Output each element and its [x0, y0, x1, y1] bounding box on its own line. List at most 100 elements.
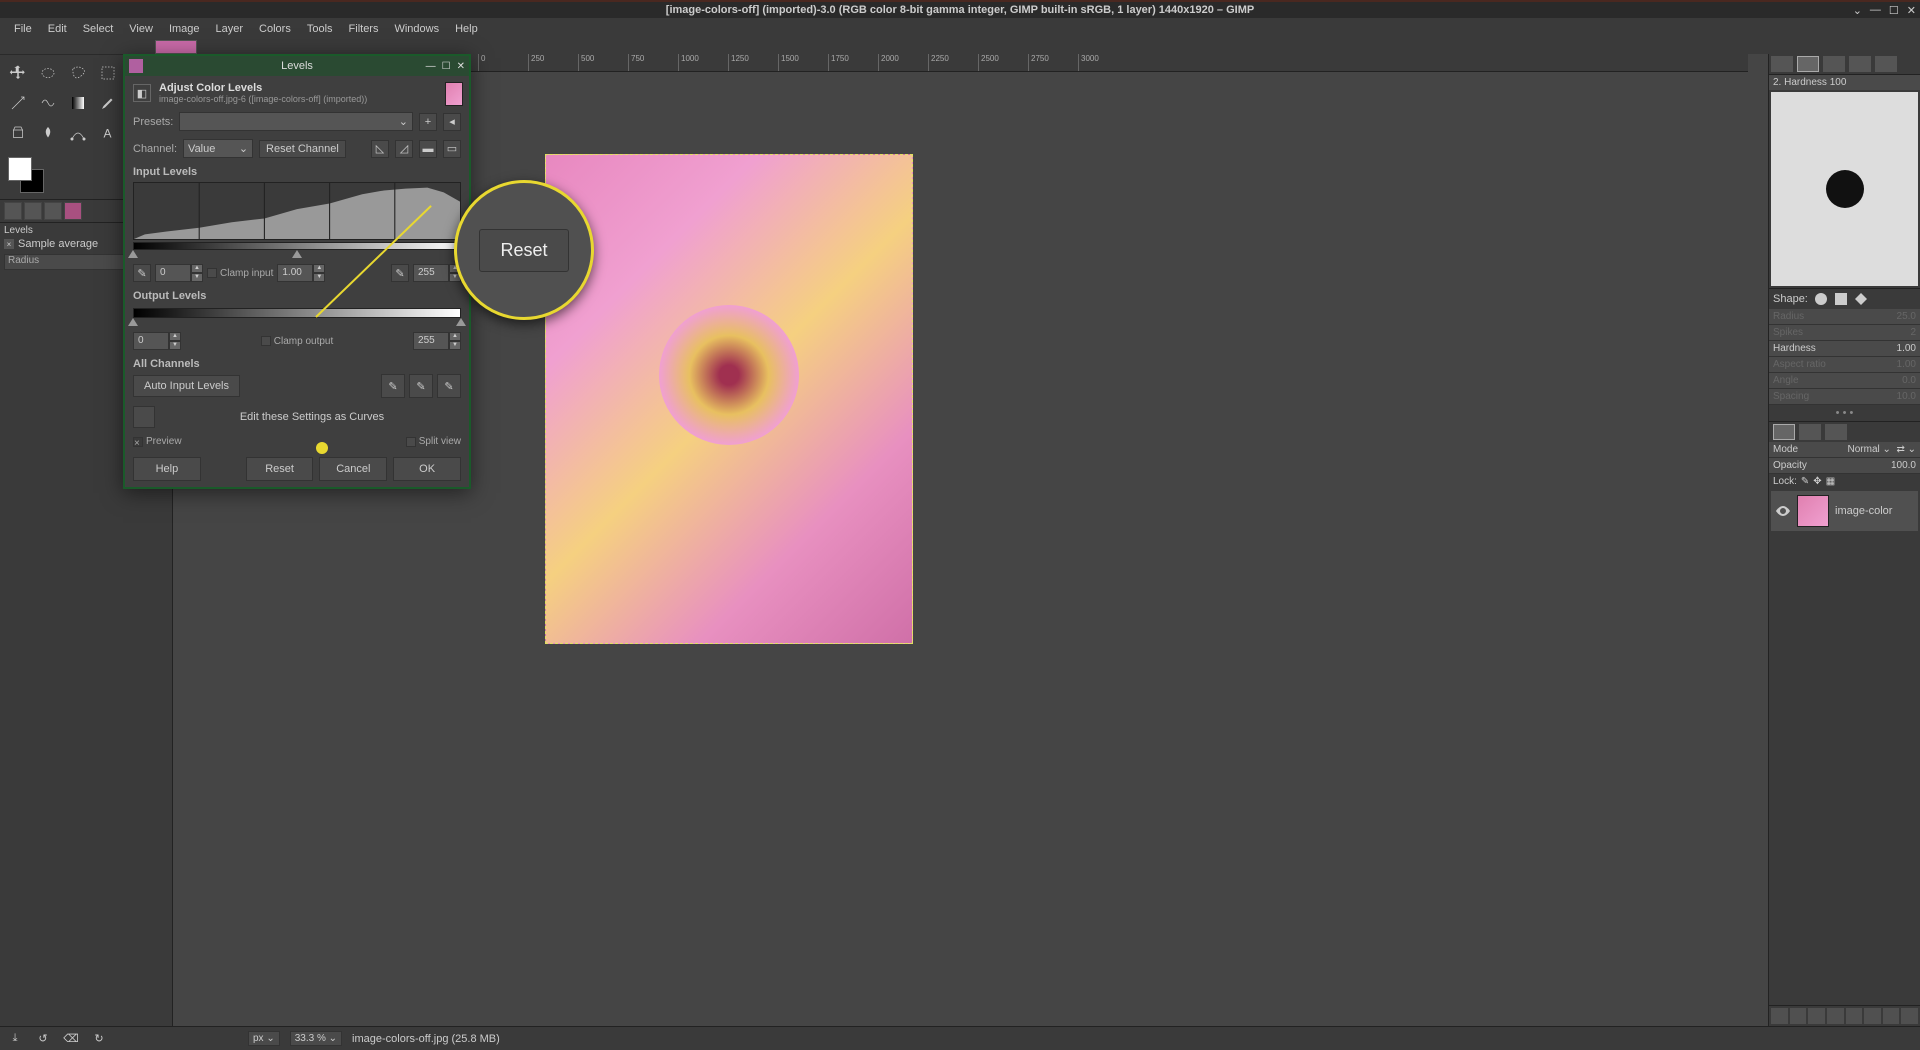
ellipse-select-tool[interactable] — [34, 59, 62, 87]
rotate-tool[interactable] — [4, 89, 32, 117]
layer-row[interactable]: image-color — [1771, 491, 1918, 531]
menu-select[interactable]: Select — [75, 20, 122, 38]
pick-gray-icon[interactable]: ✎ — [409, 374, 433, 398]
menu-file[interactable]: File — [6, 20, 40, 38]
clamp-input-checkbox[interactable] — [207, 268, 217, 278]
menu-help[interactable]: Help — [447, 20, 486, 38]
clamp-output-checkbox[interactable] — [261, 336, 271, 346]
move-tool[interactable] — [4, 59, 32, 87]
dialog-minimize-icon[interactable]: — — [426, 61, 436, 72]
dock-tab-4[interactable] — [64, 202, 82, 220]
clone-tool[interactable] — [4, 119, 32, 147]
mask-layer-icon[interactable] — [1883, 1008, 1900, 1024]
menu-layer[interactable]: Layer — [208, 20, 252, 38]
minimize-icon[interactable]: ⌄ — [1853, 4, 1862, 17]
linear-hist-icon[interactable]: ◺ — [371, 140, 389, 158]
visibility-icon[interactable] — [1775, 503, 1791, 519]
paintbrush-tool[interactable] — [94, 89, 122, 117]
output-markers[interactable] — [133, 318, 461, 328]
hist-view-icon[interactable]: ▬ — [419, 140, 437, 158]
dock-tab-1[interactable] — [4, 202, 22, 220]
opacity-value[interactable]: 100.0 — [1891, 460, 1916, 471]
white-eyedropper-icon[interactable]: ✎ — [391, 264, 409, 282]
unit-select[interactable]: px ⌄ — [248, 1031, 280, 1046]
close-btn[interactable]: ✕ — [1907, 4, 1916, 17]
layer-group-icon[interactable] — [1790, 1008, 1807, 1024]
input-markers[interactable] — [133, 250, 461, 260]
help-button[interactable]: Help — [133, 457, 201, 481]
layer-name[interactable]: image-color — [1835, 505, 1892, 517]
gradient-tool[interactable] — [64, 89, 92, 117]
add-preset-icon[interactable]: + — [419, 113, 437, 131]
status-redo-icon[interactable]: ↻ — [90, 1030, 108, 1048]
free-select-tool[interactable] — [64, 59, 92, 87]
shape-square-icon[interactable] — [1834, 292, 1848, 306]
dialog-close-icon[interactable]: ✕ — [457, 61, 465, 72]
curves-icon[interactable] — [133, 406, 155, 428]
dock-tab-3[interactable] — [44, 202, 62, 220]
rtab-fonts-icon[interactable] — [1823, 56, 1845, 72]
menu-tools[interactable]: Tools — [299, 20, 341, 38]
fg-color[interactable] — [8, 157, 32, 181]
pick-white-icon[interactable]: ✎ — [437, 374, 461, 398]
menu-view[interactable]: View — [121, 20, 161, 38]
reset-channel-button[interactable]: Reset Channel — [259, 140, 346, 158]
dialog-titlebar[interactable]: Levels — ☐ ✕ — [125, 56, 469, 76]
shape-circle-icon[interactable] — [1814, 292, 1828, 306]
hist-view2-icon[interactable]: ▭ — [443, 140, 461, 158]
lock-move-icon[interactable]: ✥ — [1813, 476, 1821, 487]
paths-tab-icon[interactable] — [1825, 424, 1847, 440]
status-save-icon[interactable]: ⤓ — [6, 1030, 24, 1048]
edit-as-curves-button[interactable]: Edit these Settings as Curves — [163, 411, 461, 423]
menu-filters[interactable]: Filters — [341, 20, 387, 38]
menu-colors[interactable]: Colors — [251, 20, 299, 38]
gamma-input[interactable]: 1.00 — [277, 264, 313, 282]
reset-button[interactable]: Reset — [246, 457, 314, 481]
input-gradient[interactable] — [133, 242, 461, 250]
output-gradient[interactable] — [133, 308, 461, 318]
split-view-checkbox[interactable] — [406, 437, 416, 447]
warp-tool[interactable] — [34, 89, 62, 117]
high-input[interactable]: 255 — [413, 264, 449, 282]
channel-combo[interactable]: Value⌄ — [183, 139, 253, 158]
cancel-button[interactable]: Cancel — [319, 457, 387, 481]
raise-layer-icon[interactable] — [1808, 1008, 1825, 1024]
lock-alpha-icon[interactable]: ▦ — [1826, 476, 1835, 487]
presets-combo[interactable]: ⌄ — [179, 112, 413, 131]
auto-input-levels-button[interactable]: Auto Input Levels — [133, 375, 240, 397]
status-delete-icon[interactable]: ⌫ — [62, 1030, 80, 1048]
smudge-tool[interactable] — [34, 119, 62, 147]
new-layer-icon[interactable] — [1771, 1008, 1788, 1024]
image-tab[interactable] — [155, 40, 197, 54]
duplicate-layer-icon[interactable] — [1846, 1008, 1863, 1024]
sample-avg-close[interactable]: × — [4, 239, 14, 249]
delete-layer-icon[interactable] — [1901, 1008, 1918, 1024]
black-eyedropper-icon[interactable]: ✎ — [133, 264, 151, 282]
text-tool[interactable]: A — [94, 119, 122, 147]
pick-black-icon[interactable]: ✎ — [381, 374, 405, 398]
rtab-history-icon[interactable] — [1849, 56, 1871, 72]
status-undo-icon[interactable]: ↺ — [34, 1030, 52, 1048]
path-tool[interactable] — [64, 119, 92, 147]
zoom-select[interactable]: 33.3 % ⌄ — [290, 1031, 342, 1046]
lock-paint-icon[interactable]: ✎ — [1801, 476, 1809, 487]
log-hist-icon[interactable]: ◿ — [395, 140, 413, 158]
dialog-maximize-icon[interactable]: ☐ — [442, 61, 451, 72]
preview-checkbox[interactable]: × — [133, 437, 143, 447]
rtab-patterns-icon[interactable] — [1797, 56, 1819, 72]
maximize-btn[interactable]: ☐ — [1889, 4, 1899, 17]
menu-edit[interactable]: Edit — [40, 20, 75, 38]
out-low-input[interactable]: 0 — [133, 332, 169, 350]
rtab-editor-icon[interactable] — [1875, 56, 1897, 72]
layers-tab-icon[interactable] — [1773, 424, 1795, 440]
mode-value[interactable]: Normal — [1848, 444, 1880, 455]
image-canvas[interactable] — [545, 154, 913, 644]
minimize-btn[interactable]: — — [1870, 4, 1881, 17]
menu-windows[interactable]: Windows — [386, 20, 447, 38]
low-input[interactable]: 0 — [155, 264, 191, 282]
merge-layer-icon[interactable] — [1864, 1008, 1881, 1024]
out-high-input[interactable]: 255 — [413, 332, 449, 350]
rtab-brushes-icon[interactable] — [1771, 56, 1793, 72]
menu-image[interactable]: Image — [161, 20, 208, 38]
lower-layer-icon[interactable] — [1827, 1008, 1844, 1024]
